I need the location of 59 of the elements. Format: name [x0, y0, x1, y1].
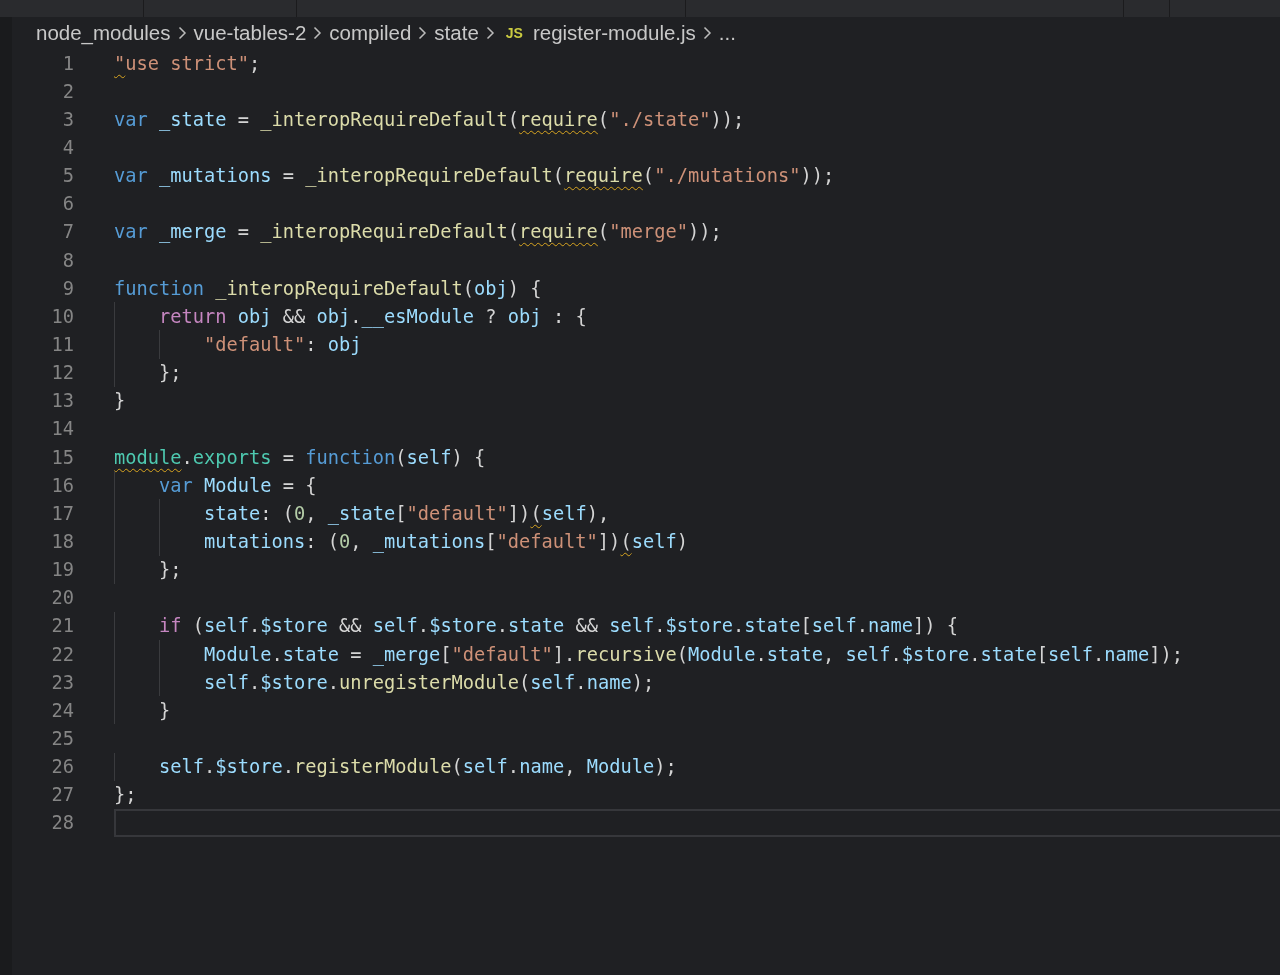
code-line: if (self.$store && self.$store.state && self.$store.state[self.name]) {	[158, 615, 959, 637]
line-number: 19	[50, 559, 74, 581]
code-line: var _merge = _interopRequireDefault(require("merge"));	[114, 221, 722, 243]
code-line: function _interopRequireDefault(obj) {	[114, 277, 542, 299]
line-number: 1	[61, 52, 74, 74]
code-line: "default": obj	[203, 333, 362, 355]
breadcrumb-item[interactable]: node_modules	[36, 21, 171, 45]
chevron-icon	[702, 26, 712, 40]
code-line: }	[114, 390, 126, 412]
line-number: 27	[50, 784, 74, 806]
line-number: 21	[50, 615, 74, 637]
line-number: 13	[50, 390, 74, 412]
code-line: state: (0, _state["default"])(self),	[203, 502, 610, 524]
code-line: mutations: (0, _mutations["default"])(self)	[203, 530, 688, 552]
chevron-icon	[485, 26, 495, 40]
code-line: }	[158, 699, 171, 721]
line-number: 23	[50, 671, 74, 693]
line-number: 9	[61, 277, 74, 299]
breadcrumb-item[interactable]: ...	[718, 21, 736, 45]
chevron-icon	[418, 26, 428, 40]
line-number: 6	[61, 193, 74, 215]
line-number: 17	[50, 502, 74, 524]
code-line: module.exports = function(self) {	[114, 446, 486, 468]
line-number: 25	[50, 727, 74, 749]
line-number: 18	[50, 530, 74, 552]
line-number: 2	[61, 80, 74, 102]
chevron-icon	[177, 26, 187, 40]
code-line: var Module = {	[158, 474, 317, 496]
code-line: "use strict";	[114, 52, 261, 74]
line-number: 15	[50, 446, 74, 468]
line-number: 22	[50, 643, 74, 665]
line-number: 28	[50, 812, 74, 834]
line-number: 4	[61, 137, 74, 158]
line-number: 16	[50, 474, 74, 496]
breadcrumb-item[interactable]: vue-tables-2	[193, 21, 307, 45]
code-line: };	[158, 362, 182, 384]
code-line: self.$store.registerModule(self.name, Module);	[158, 756, 677, 778]
code-line: };	[114, 784, 137, 806]
line-number: 3	[61, 108, 74, 130]
breadcrumb-item[interactable]: JS register-module.js	[501, 21, 696, 45]
breadcrumb-item[interactable]: compiled	[329, 21, 412, 45]
line-number: 5	[61, 165, 74, 187]
code-line: };	[158, 559, 182, 581]
chevron-icon	[313, 26, 323, 40]
line-number: 8	[61, 249, 74, 271]
line-number: 24	[50, 699, 74, 721]
code-line: Module.state = _merge["default"].recursive(Module.state, self.$store.state[self.name]);	[203, 643, 1184, 665]
code-line: var _state = _interopRequireDefault(require("./state"));	[114, 108, 745, 130]
line-number: 10	[50, 305, 74, 327]
code-line: self.$store.unregisterModule(self.name);	[203, 671, 655, 693]
line-number: 11	[50, 333, 74, 355]
code-line: var _mutations = _interopRequireDefault(require("./mutations"));	[114, 165, 835, 187]
line-number: 14	[50, 418, 74, 440]
breadcrumb-item[interactable]: state	[434, 21, 479, 45]
line-number: 20	[50, 587, 74, 609]
line-number: 12	[50, 362, 74, 384]
code-line: return obj && obj.__esModule ? obj : {	[158, 305, 587, 327]
line-number: 26	[50, 756, 74, 778]
line-number: 7	[61, 221, 74, 243]
